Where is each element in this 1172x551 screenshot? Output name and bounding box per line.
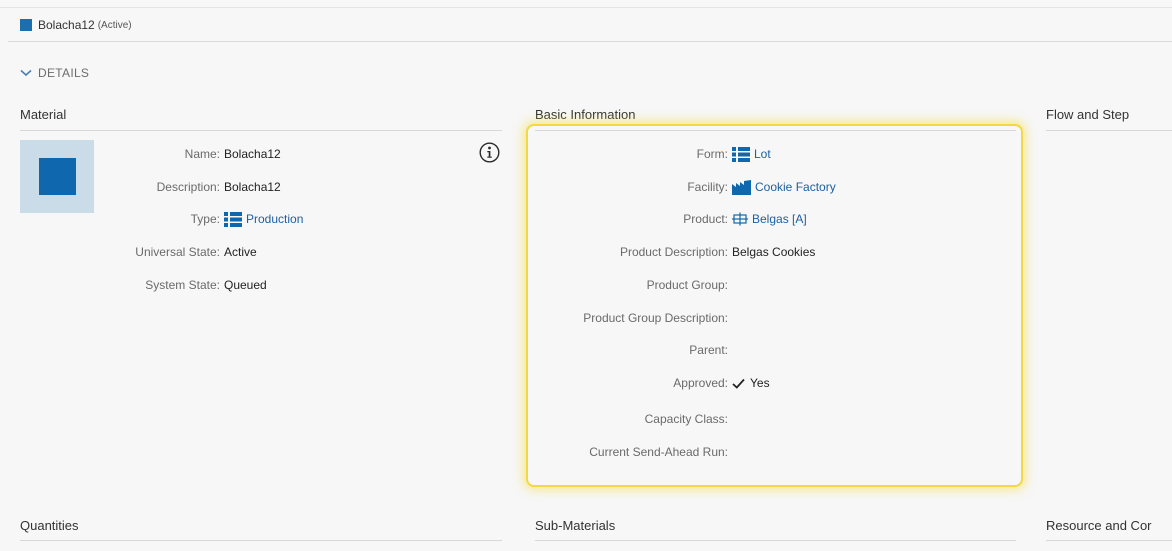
basic-product-group-row: Product Group: <box>535 277 728 293</box>
section-divider <box>535 540 1016 541</box>
product-link[interactable]: Belgas [A] <box>732 212 807 226</box>
material-title: Bolacha12 <box>38 18 95 32</box>
field-label: Type: <box>190 212 220 226</box>
section-divider <box>535 130 1016 131</box>
list-icon <box>224 211 242 227</box>
field-label: System State: <box>145 278 220 292</box>
field-label: Approved: <box>673 376 728 390</box>
field-label: Description: <box>156 180 220 194</box>
material-square-icon <box>20 19 32 31</box>
material-type-link[interactable]: Production <box>224 211 304 227</box>
section-divider <box>20 540 502 541</box>
facility-value: Cookie Factory <box>755 180 836 194</box>
basic-product-row: Product: Belgas [A] <box>535 211 807 227</box>
material-thumbnail <box>20 140 94 213</box>
field-label: Capacity Class: <box>644 412 728 426</box>
basic-product-group-description-row: Product Group Description: <box>535 310 728 326</box>
section-title-flow-and-step: Flow and Step <box>1046 107 1130 122</box>
basic-approved-row: Approved: Yes <box>535 375 770 391</box>
product-icon <box>732 212 748 226</box>
material-state: (Active) <box>97 19 132 31</box>
field-label: Universal State: <box>135 245 220 259</box>
field-label: Facility: <box>687 180 728 194</box>
field-label: Name: <box>184 147 220 161</box>
section-title-sub-materials: Sub-Materials <box>535 518 616 533</box>
material-type-value: Production <box>246 212 304 226</box>
details-label: DETAILS <box>38 66 90 80</box>
approved-value: Yes <box>750 376 770 390</box>
material-system-state-row: System State: Queued <box>104 277 267 293</box>
section-divider <box>1046 130 1172 131</box>
info-icon[interactable] <box>479 142 500 163</box>
field-label: Product Group: <box>646 278 728 292</box>
details-toggle[interactable]: DETAILS <box>20 66 89 80</box>
field-label: Form: <box>696 147 728 161</box>
product-value: Belgas [A] <box>752 212 807 226</box>
field-label: Product Description: <box>619 245 728 259</box>
facility-link[interactable]: Cookie Factory <box>732 179 836 195</box>
material-description-row: Description: Bolacha12 <box>104 179 281 195</box>
material-universal-state-value: Active <box>224 245 257 259</box>
field-label: Current Send-Ahead Run: <box>589 445 728 459</box>
material-system-state-value: Queued <box>224 278 267 292</box>
material-description-value: Bolacha12 <box>224 180 281 194</box>
field-label: Parent: <box>689 343 728 357</box>
section-title-quantities: Quantities <box>20 518 79 533</box>
section-title-basic-information: Basic Information <box>535 107 636 122</box>
material-universal-state-row: Universal State: Active <box>104 244 257 260</box>
chevron-down-icon <box>20 69 32 77</box>
form-link[interactable]: Lot <box>732 146 771 162</box>
material-header: Bolacha12 (Active) <box>8 9 1172 42</box>
section-title-resource: Resource and Cor <box>1046 518 1152 533</box>
field-label: Product: <box>683 212 728 226</box>
approved-value-wrap: Yes <box>732 376 770 390</box>
section-divider <box>1046 540 1172 541</box>
factory-icon <box>732 179 751 195</box>
material-square-icon <box>38 158 76 195</box>
list-icon <box>732 146 750 162</box>
field-label: Product Group Description: <box>583 311 728 325</box>
top-border <box>0 0 1172 8</box>
section-title-material: Material <box>20 107 67 122</box>
basic-product-description-row: Product Description: Belgas Cookies <box>535 244 815 260</box>
basic-facility-row: Facility: Cookie Factory <box>535 179 836 195</box>
section-divider <box>20 130 502 131</box>
basic-capacity-class-row: Capacity Class: <box>535 411 728 427</box>
material-name-value: Bolacha12 <box>224 147 281 161</box>
material-type-row: Type: Production <box>104 211 303 227</box>
basic-form-row: Form: Lot <box>535 146 771 162</box>
checkmark-icon <box>732 378 745 389</box>
basic-parent-row: Parent: <box>535 342 728 358</box>
material-name-row: Name: Bolacha12 <box>104 146 281 162</box>
form-value: Lot <box>754 147 771 161</box>
basic-current-send-ahead-run-row: Current Send-Ahead Run: <box>535 444 728 460</box>
product-description-value: Belgas Cookies <box>732 245 816 259</box>
